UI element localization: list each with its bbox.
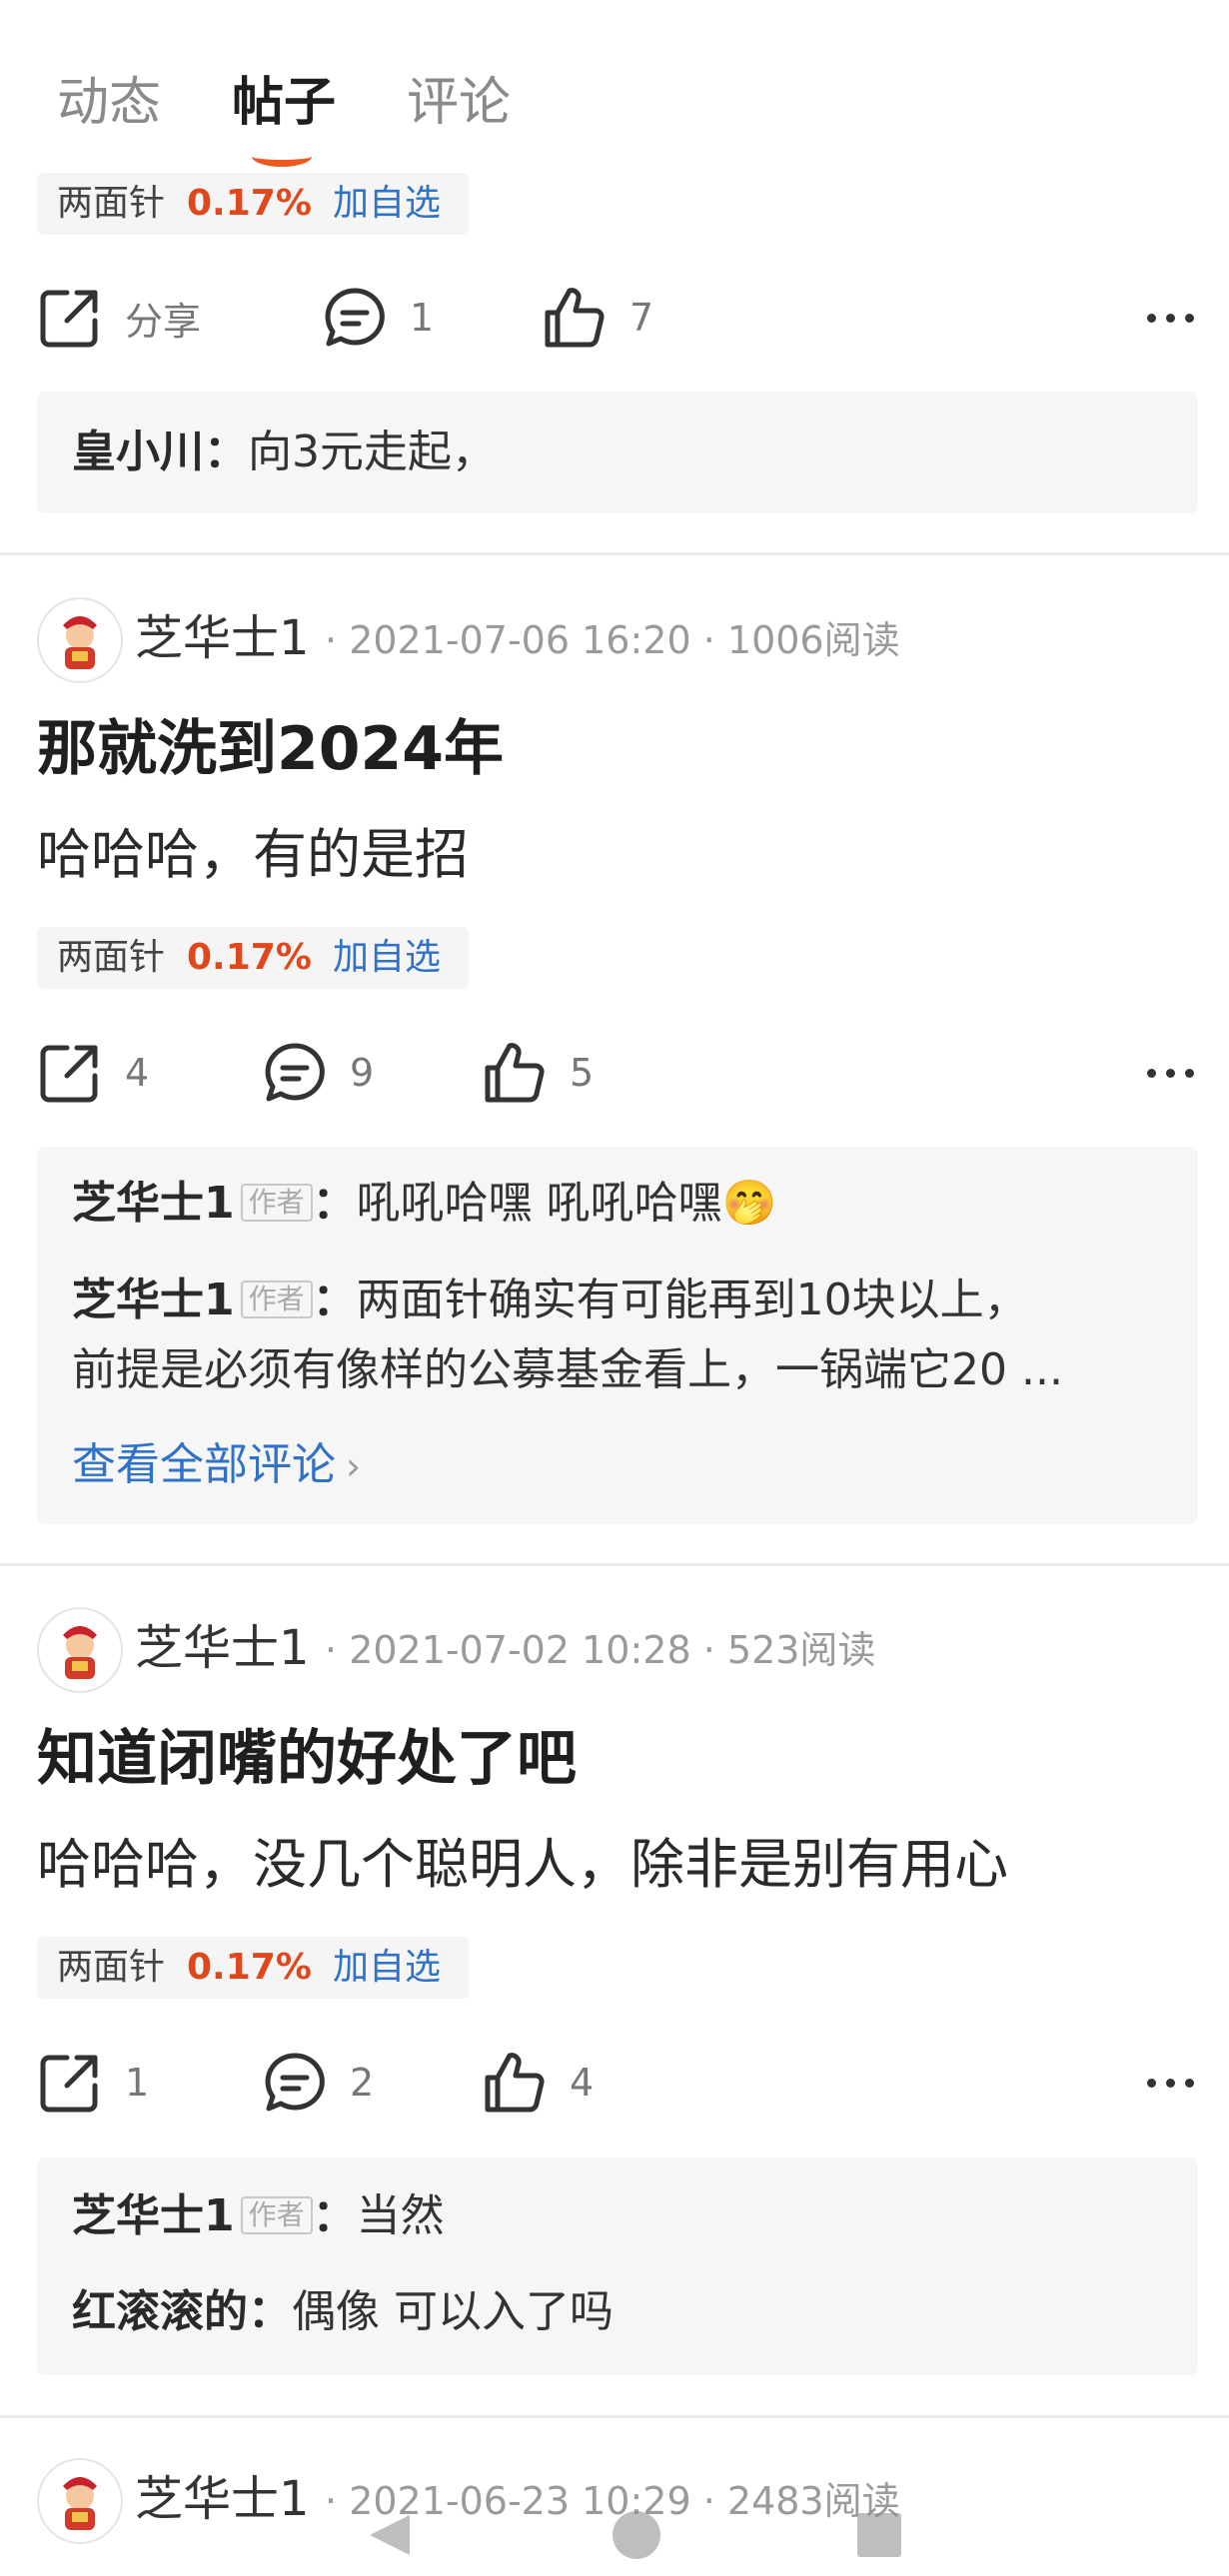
like-button[interactable]: 7 — [542, 273, 653, 363]
like-button[interactable]: 5 — [482, 1028, 594, 1118]
tab-dynamics[interactable]: 动态 — [57, 68, 161, 138]
profile-tabs: 动态 帖子 评论 — [0, 0, 1229, 170]
system-nav-buttons — [370, 2511, 901, 2559]
comment-text: 当然 — [356, 2190, 445, 2241]
more-dots-icon[interactable] — [1142, 1028, 1199, 1118]
post-meta: · 2021-07-02 10:28 · 523阅读 — [325, 1628, 876, 1672]
share-count: 1 — [125, 2061, 150, 2105]
share-button[interactable]: 分享 — [37, 273, 201, 363]
comment-bubble-icon — [265, 1043, 325, 1102]
comment-count: 2 — [350, 2061, 375, 2105]
stock-change: 0.17% — [187, 937, 312, 978]
home-nav-icon — [613, 2511, 660, 2559]
comment-author: 芝华士1 — [72, 2190, 235, 2241]
add-watchlist-button[interactable]: 加自选 — [333, 173, 441, 235]
system-navigation-bar — [0, 2497, 1229, 2572]
comment-count: 1 — [410, 296, 435, 340]
comment-button[interactable]: 1 — [322, 273, 434, 363]
avatar-image — [63, 1626, 97, 1679]
view-all-label: 查看全部评论 — [72, 1439, 336, 1490]
author-badge: 作者 — [240, 1281, 313, 1318]
thumbs-up-icon — [485, 1043, 545, 1103]
comment-line-continued: 前提是必须有像样的公募基金看上，一锅端它20 ... — [72, 1344, 1063, 1395]
share-icon — [40, 290, 98, 348]
author-badge: 作者 — [240, 1184, 313, 1222]
stock-name: 两面针 — [57, 183, 166, 224]
avatar-image — [63, 616, 97, 669]
comment-line: 芝华士1 作者 ：当然 — [72, 2190, 445, 2241]
add-watchlist-button[interactable]: 加自选 — [333, 1937, 441, 1999]
comment-text: 吼吼哈嘿 吼吼哈嘿🤭 — [356, 1178, 777, 1229]
thumbs-up-icon — [485, 2053, 545, 2113]
comment-text: 两面针确实有可能再到10块以上， — [356, 1275, 1028, 1325]
stock-chip[interactable]: 两面针 0.17% 加自选 — [37, 1937, 469, 1999]
post-divider — [0, 552, 1229, 555]
tab-comments[interactable]: 评论 — [407, 68, 511, 138]
share-icon — [40, 2055, 98, 2113]
comment-bubble-icon — [325, 288, 385, 347]
comment-button[interactable]: 2 — [262, 2038, 374, 2128]
thumbs-up-icon — [545, 288, 605, 348]
comment-author: 红滚滚的： — [72, 2286, 292, 2337]
stock-name: 两面针 — [57, 1947, 166, 1988]
comment-author: 皇小川： — [72, 427, 248, 477]
post-time: 2021-07-06 16:20 — [349, 618, 691, 662]
post-title[interactable]: 知道闭嘴的好处了吧 — [37, 1719, 577, 1799]
share-count: 4 — [125, 1051, 150, 1095]
more-dots-icon[interactable] — [1142, 273, 1199, 363]
comment-author: 芝华士1 — [72, 1275, 235, 1325]
stock-chip[interactable]: 两面针 0.17% 加自选 — [37, 173, 469, 235]
chevron-right-icon: › — [346, 1444, 362, 1488]
tab-posts[interactable]: 帖子 — [232, 68, 336, 138]
post-actions: 分享 1 7 — [0, 273, 1229, 363]
share-button[interactable]: 4 — [37, 1028, 149, 1118]
back-nav-icon — [370, 2515, 410, 2555]
post-time: 2021-07-02 10:28 — [349, 1628, 691, 1672]
post-reads: 1006阅读 — [726, 618, 900, 662]
post-body[interactable]: 哈哈哈，有的是招 — [37, 817, 469, 893]
share-button[interactable]: 1 — [37, 2038, 149, 2128]
comment-button[interactable]: 9 — [262, 1028, 374, 1118]
comment-preview[interactable]: 皇小川：向3元走起， — [37, 392, 1198, 513]
comment-preview[interactable]: 芝华士1 作者 ：当然 红滚滚的：偶像 可以入了吗 — [37, 2157, 1198, 2375]
add-watchlist-button[interactable]: 加自选 — [333, 927, 441, 989]
like-count: 7 — [629, 296, 654, 340]
comment-line: 芝华士1 作者 ：吼吼哈嘿 吼吼哈嘿🤭 — [72, 1178, 777, 1229]
post-actions: 1 2 4 — [0, 2038, 1229, 2128]
stock-change: 0.17% — [187, 1947, 312, 1988]
share-icon — [40, 1045, 98, 1103]
like-count: 5 — [570, 1051, 595, 1095]
post-title[interactable]: 那就洗到2024年 — [37, 709, 504, 789]
post-divider — [0, 2415, 1229, 2418]
more-dots-icon[interactable] — [1142, 2038, 1199, 2128]
stock-name: 两面针 — [57, 937, 166, 978]
comment-bubble-icon — [265, 2053, 325, 2112]
like-count: 4 — [570, 2061, 595, 2105]
avatar[interactable] — [37, 1607, 123, 1693]
share-label: 分享 — [125, 299, 202, 344]
post-author[interactable]: 芝华士1 — [135, 601, 310, 675]
comment-line: 芝华士1 作者 ：两面针确实有可能再到10块以上， — [72, 1275, 1028, 1325]
like-button[interactable]: 4 — [482, 2038, 594, 2128]
comment-text: 偶像 可以入了吗 — [292, 2286, 614, 2337]
comment-line: 皇小川：向3元走起， — [72, 421, 496, 484]
author-badge: 作者 — [240, 2196, 313, 2234]
post-reads: 523阅读 — [726, 1628, 876, 1672]
post-actions: 4 9 5 — [0, 1028, 1229, 1118]
post-meta: · 2021-07-06 16:20 · 1006阅读 — [325, 618, 900, 662]
comment-text: 向3元走起， — [248, 427, 496, 477]
recents-nav-icon — [857, 2513, 901, 2557]
stock-change: 0.17% — [187, 183, 312, 224]
active-tab-indicator — [252, 146, 312, 167]
comment-count: 9 — [350, 1051, 375, 1095]
stock-chip[interactable]: 两面针 0.17% 加自选 — [37, 927, 469, 989]
post-divider — [0, 1563, 1229, 1566]
comment-author: 芝华士1 — [72, 1178, 235, 1229]
view-all-comments-link[interactable]: 查看全部评论 › — [72, 1433, 361, 1498]
post-author[interactable]: 芝华士1 — [135, 1611, 310, 1685]
avatar[interactable] — [37, 597, 123, 683]
comment-preview[interactable]: 芝华士1 作者 ：吼吼哈嘿 吼吼哈嘿🤭 芝华士1 作者 ：两面针确实有可能再到10块以上… — [37, 1147, 1198, 1524]
comment-line: 红滚滚的：偶像 可以入了吗 — [72, 2280, 614, 2344]
post-body[interactable]: 哈哈哈，没几个聪明人，除非是别有用心 — [37, 1827, 1008, 1903]
